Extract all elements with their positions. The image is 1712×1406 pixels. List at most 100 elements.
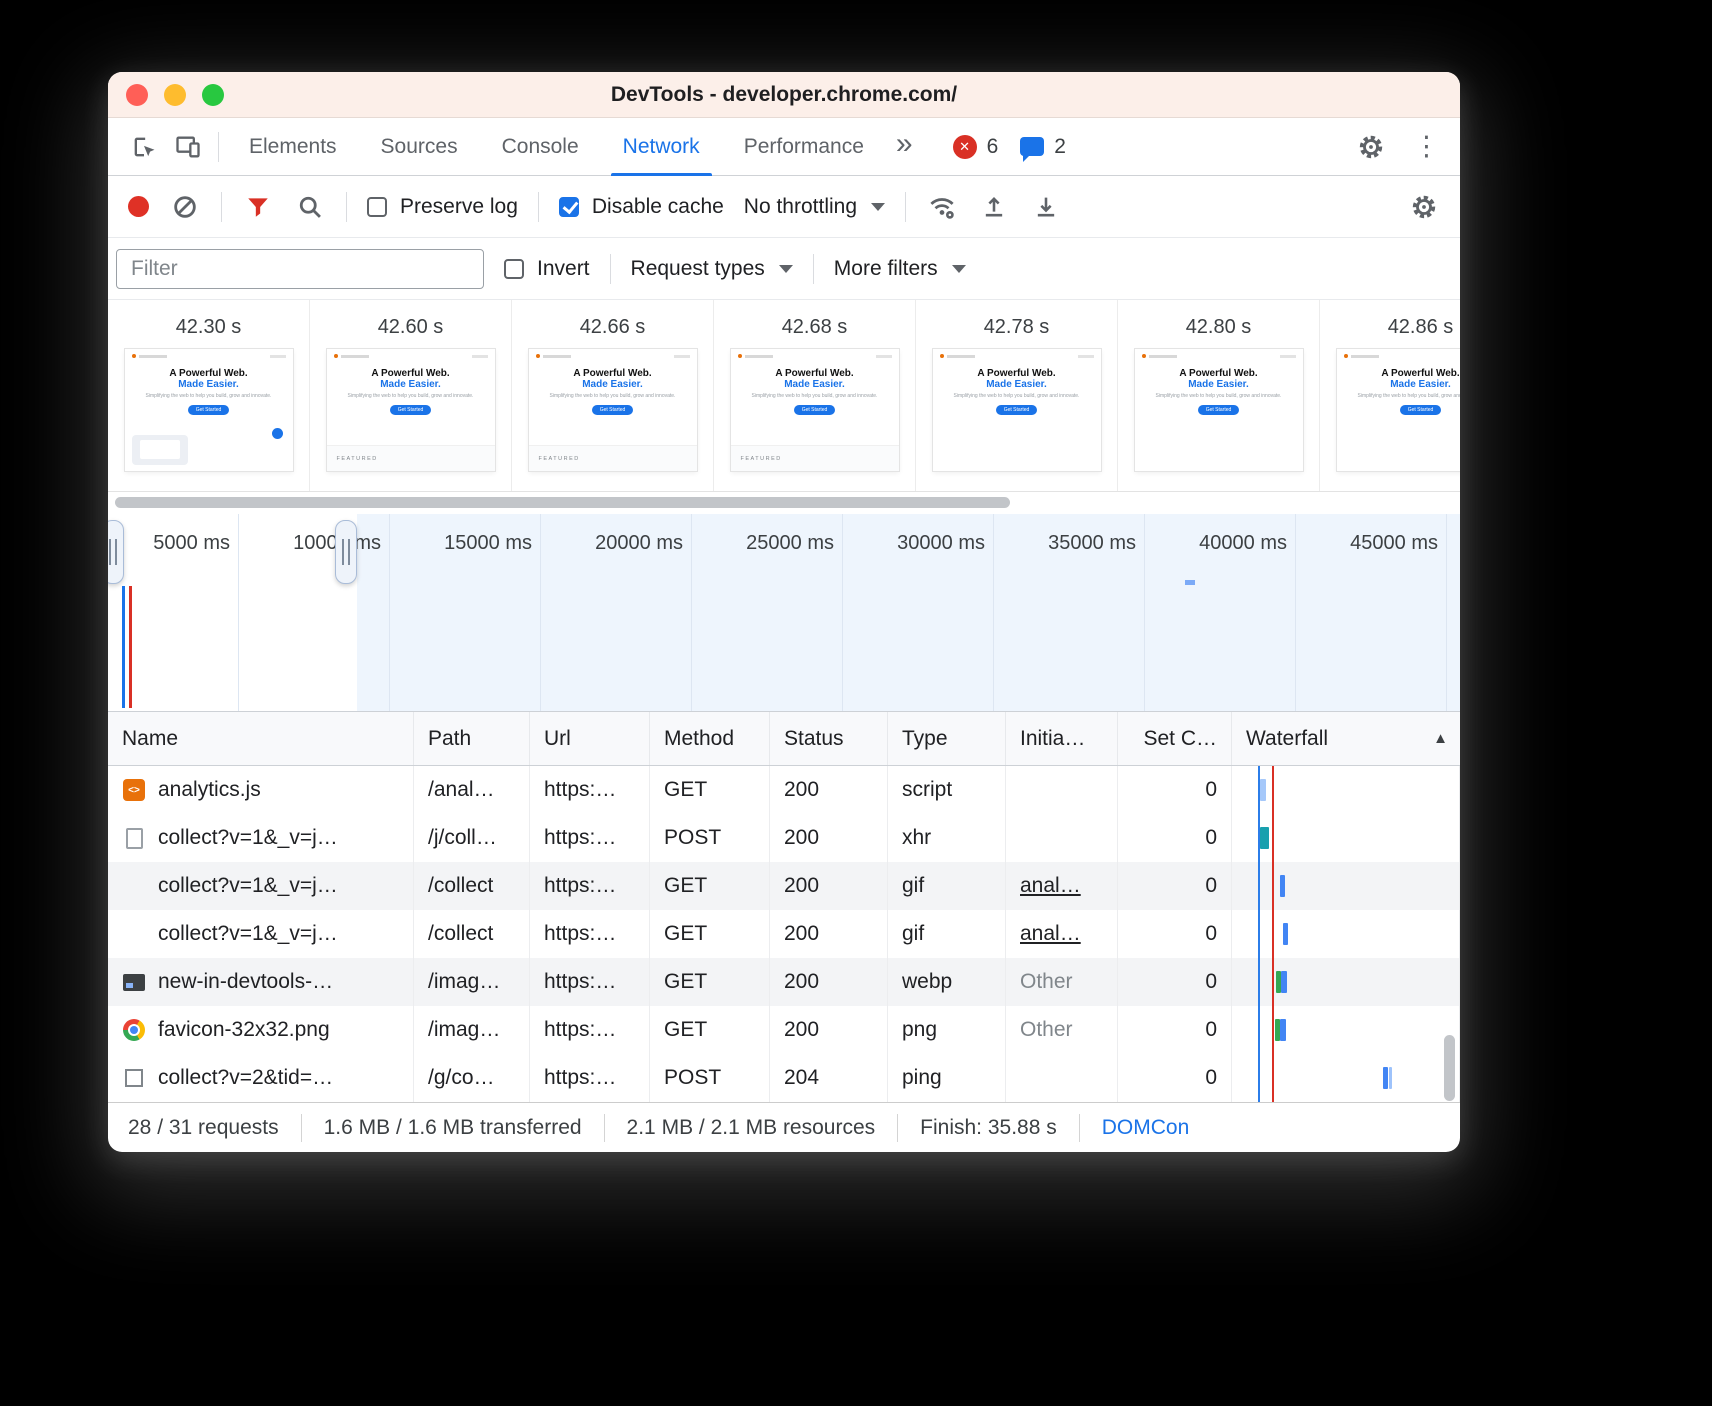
frame-thumbnail: A Powerful Web. Made Easier. Simplifying…	[933, 349, 1101, 471]
column-header-method[interactable]: Method	[650, 712, 770, 765]
timeline-overview[interactable]: 5000 ms 10000 ms 15000 ms 20000 ms 25000…	[108, 514, 1460, 712]
frame-thumbnail: A Powerful Web. Made Easier. Simplifying…	[1337, 349, 1461, 471]
frame-thumbnail: A Powerful Web. Made Easier. Simplifying…	[1135, 349, 1303, 471]
filmstrip-frame[interactable]: 42.80 s A Powerful Web. Made Easier. Sim…	[1118, 300, 1320, 491]
frame-thumbnail: A Powerful Web. Made Easier. Simplifying…	[327, 349, 495, 471]
frame-timestamp: 42.60 s	[378, 316, 444, 339]
filter-input[interactable]	[116, 249, 484, 289]
finish-time: Finish: 35.88 s	[920, 1116, 1057, 1140]
settings-gear-icon[interactable]	[1349, 127, 1393, 167]
more-tabs-icon[interactable]: »	[886, 127, 927, 167]
column-header-status[interactable]: Status	[770, 712, 888, 765]
grid-line	[238, 514, 239, 711]
grid-line	[691, 514, 692, 711]
filmstrip-frame[interactable]: 42.30 s A Powerful Web. Made Easier. Sim…	[108, 300, 310, 491]
waterfall-load-line	[1272, 766, 1274, 1102]
initiator-other: Other	[1020, 970, 1073, 994]
column-header-waterfall[interactable]: Waterfall ▲	[1232, 712, 1460, 765]
error-badge[interactable]: ✕ 6 2	[953, 135, 1066, 159]
data-transferred: 1.6 MB / 1.6 MB transferred	[324, 1116, 582, 1140]
tab-sources[interactable]: Sources	[359, 118, 480, 176]
search-icon[interactable]	[294, 191, 326, 223]
column-header-path[interactable]: Path	[414, 712, 530, 765]
thumbnail-chat-dot	[272, 428, 283, 439]
domcontentloaded-time: DOMCon	[1102, 1116, 1190, 1140]
time-tick: 30000 ms	[845, 532, 985, 555]
frame-thumbnail: A Powerful Web. Made Easier. Simplifying…	[731, 349, 899, 471]
selection-handle-right[interactable]	[335, 520, 357, 584]
network-toolbar: Preserve log Disable cache No throttling	[108, 176, 1460, 238]
tab-performance[interactable]: Performance	[722, 118, 886, 176]
time-tick: 20000 ms	[543, 532, 683, 555]
network-settings-gear-icon[interactable]	[1408, 191, 1440, 223]
request-table-header: Name Path Url Method Status Type Initia……	[108, 712, 1460, 766]
frame-timestamp: 42.78 s	[984, 316, 1050, 339]
disable-cache-checkbox[interactable]	[559, 197, 579, 217]
document-file-icon	[126, 828, 143, 849]
minimize-window-button[interactable]	[164, 84, 186, 106]
import-har-icon[interactable]	[978, 191, 1010, 223]
disable-cache-control[interactable]: Disable cache	[559, 195, 724, 219]
column-header-initiator[interactable]: Initia…	[1006, 712, 1118, 765]
devtools-tabbar: Elements Sources Console Network Perform…	[108, 118, 1460, 176]
thumbnail-illustration	[132, 435, 188, 465]
more-filters-dropdown[interactable]: More filters	[834, 257, 966, 281]
export-har-icon[interactable]	[1030, 191, 1062, 223]
initiator-link[interactable]: anal…	[1020, 874, 1081, 898]
filmstrip-frame[interactable]: 42.60 s A Powerful Web. Made Easier. Sim…	[310, 300, 512, 491]
requests-count: 28 / 31 requests	[128, 1116, 279, 1140]
waterfall-bar	[1389, 1067, 1392, 1089]
issues-count: 2	[1054, 135, 1066, 159]
waterfall-bar	[1281, 971, 1287, 993]
column-header-name[interactable]: Name	[108, 712, 414, 765]
window-controls	[126, 84, 224, 106]
network-conditions-icon[interactable]	[926, 191, 958, 223]
initiator-link[interactable]: anal…	[1020, 922, 1081, 946]
filmstrip-frame[interactable]: 42.86 s A Powerful Web. Made Easier. Sim…	[1320, 300, 1460, 491]
tab-network[interactable]: Network	[601, 118, 722, 176]
frame-timestamp: 42.68 s	[782, 316, 848, 339]
column-header-url[interactable]: Url	[530, 712, 650, 765]
horizontal-scrollbar-thumb[interactable]	[115, 497, 1010, 508]
column-header-type[interactable]: Type	[888, 712, 1006, 765]
horizontal-scrollbar[interactable]	[108, 492, 1460, 514]
filmstrip-frame[interactable]: 42.78 s A Powerful Web. Made Easier. Sim…	[916, 300, 1118, 491]
image-file-icon	[123, 974, 145, 991]
kebab-menu-icon[interactable]: ⋮	[1407, 131, 1446, 162]
window-title: DevTools - developer.chrome.com/	[611, 83, 957, 107]
close-window-button[interactable]	[126, 84, 148, 106]
script-file-icon: <>	[123, 779, 145, 801]
throttling-dropdown[interactable]: No throttling	[744, 195, 885, 219]
divider	[346, 192, 347, 222]
filter-funnel-icon[interactable]	[242, 191, 274, 223]
clear-network-log-icon[interactable]	[169, 191, 201, 223]
waterfall-domcontentloaded-line	[1258, 766, 1260, 1102]
error-icon: ✕	[953, 135, 977, 159]
inspect-element-icon[interactable]	[122, 127, 166, 167]
preserve-log-checkbox[interactable]	[367, 197, 387, 217]
device-toolbar-icon[interactable]	[166, 127, 210, 167]
preserve-log-control[interactable]: Preserve log	[367, 195, 518, 219]
column-header-setcookies[interactable]: Set C…	[1118, 712, 1232, 765]
vertical-scrollbar-thumb[interactable]	[1444, 1035, 1455, 1101]
ping-file-icon	[125, 1069, 143, 1087]
status-bar: 28 / 31 requests 1.6 MB / 1.6 MB transfe…	[108, 1102, 1460, 1152]
filmstrip-frame[interactable]: 42.66 s A Powerful Web. Made Easier. Sim…	[512, 300, 714, 491]
tab-elements[interactable]: Elements	[227, 118, 359, 176]
invert-label: Invert	[537, 257, 590, 281]
filmstrip-frame[interactable]: 42.68 s A Powerful Web. Made Easier. Sim…	[714, 300, 916, 491]
frame-timestamp: 42.30 s	[176, 316, 242, 339]
invert-control[interactable]: Invert	[504, 257, 590, 281]
divider	[1079, 1114, 1080, 1142]
tab-console[interactable]: Console	[480, 118, 601, 176]
zoom-window-button[interactable]	[202, 84, 224, 106]
frame-timestamp: 42.80 s	[1186, 316, 1252, 339]
time-tick: 5000 ms	[108, 532, 230, 555]
dropdown-arrow-icon	[779, 265, 793, 273]
record-network-log-button[interactable]	[128, 196, 149, 217]
request-types-dropdown[interactable]: Request types	[631, 257, 793, 281]
invert-checkbox[interactable]	[504, 259, 524, 279]
waterfall-bar	[1283, 923, 1288, 945]
waterfall-bar	[1280, 875, 1285, 897]
selection-handle-left[interactable]	[108, 520, 124, 584]
